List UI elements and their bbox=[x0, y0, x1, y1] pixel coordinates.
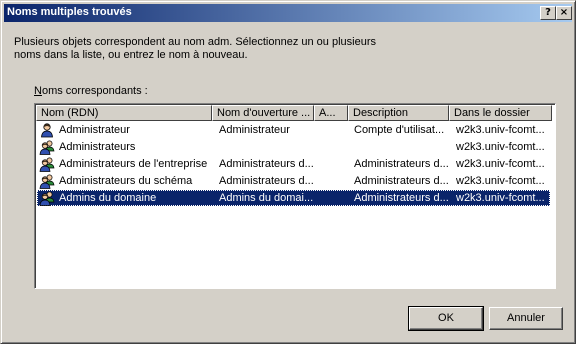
close-button[interactable]: × bbox=[556, 6, 572, 20]
list-item[interactable]: Admins du domaine Admins du domai... Admin… bbox=[37, 190, 550, 206]
dialog-window: Noms multiples trouvés ? × Plusieurs obj… bbox=[0, 0, 576, 344]
cell-name: Administrateurs de l'entreprise bbox=[59, 158, 208, 170]
cell-logon-name: Administrateur bbox=[219, 124, 290, 136]
cell-name: Admins du domaine bbox=[59, 192, 157, 204]
column-header-name[interactable]: Nom (RDN) bbox=[36, 105, 212, 121]
cell-description: Administrateurs d... bbox=[354, 158, 448, 170]
list-label-accelerator: N bbox=[34, 85, 42, 97]
list-item[interactable]: Administrateurs du schéma Administrateurs… bbox=[37, 173, 550, 189]
cell-logon-name: Administrateurs d... bbox=[219, 175, 313, 187]
cell-name: Administrateurs du schéma bbox=[59, 175, 193, 187]
cell-logon-name: Admins du domai... bbox=[219, 192, 313, 204]
group-icon bbox=[39, 173, 55, 189]
prompt-text: Plusieurs objets correspondent au nom ad… bbox=[14, 36, 376, 61]
cell-description: Administrateurs d... bbox=[354, 175, 448, 187]
ok-button[interactable]: OK bbox=[408, 306, 484, 331]
cell-folder: w2k3.univ-fcomt... bbox=[456, 158, 545, 170]
cell-name: Administrateur bbox=[59, 124, 130, 136]
group-icon bbox=[39, 190, 55, 206]
cell-folder: w2k3.univ-fcomt... bbox=[456, 192, 545, 204]
list-label: Noms correspondants : bbox=[34, 85, 148, 97]
list-label-text: oms correspondants : bbox=[41, 85, 148, 97]
column-header-logon-name[interactable]: Nom d'ouverture ... bbox=[212, 105, 314, 121]
column-header-a[interactable]: A... bbox=[314, 105, 348, 121]
help-button[interactable]: ? bbox=[540, 6, 556, 20]
list-item[interactable]: Administrateur Administrateur Compte d'uti… bbox=[37, 122, 550, 138]
dialog-title: Noms multiples trouvés bbox=[7, 6, 132, 18]
cell-folder: w2k3.univ-fcomt... bbox=[456, 141, 545, 153]
group-icon bbox=[39, 139, 55, 155]
cell-logon-name: Administrateurs d... bbox=[219, 158, 313, 170]
title-bar[interactable]: Noms multiples trouvés ? × bbox=[4, 4, 572, 22]
cell-name: Administrateurs bbox=[59, 141, 136, 153]
group-icon bbox=[39, 156, 55, 172]
cancel-button[interactable]: Annuler bbox=[489, 307, 563, 330]
cell-description: Compte d'utilisat... bbox=[354, 124, 445, 136]
column-header-folder[interactable]: Dans le dossier bbox=[449, 105, 552, 121]
list-item[interactable]: Administrateurs de l'entreprise Administr… bbox=[37, 156, 550, 172]
column-header-description[interactable]: Description bbox=[348, 105, 449, 121]
cell-description: Administrateurs d... bbox=[354, 192, 448, 204]
matching-names-list[interactable]: Nom (RDN) Nom d'ouverture ... A... Descr… bbox=[34, 103, 556, 289]
list-item[interactable]: Administrateurs w2k3.univ-fcomt... bbox=[37, 139, 550, 155]
cell-folder: w2k3.univ-fcomt... bbox=[456, 175, 545, 187]
user-icon bbox=[39, 122, 55, 138]
cell-folder: w2k3.univ-fcomt... bbox=[456, 124, 545, 136]
